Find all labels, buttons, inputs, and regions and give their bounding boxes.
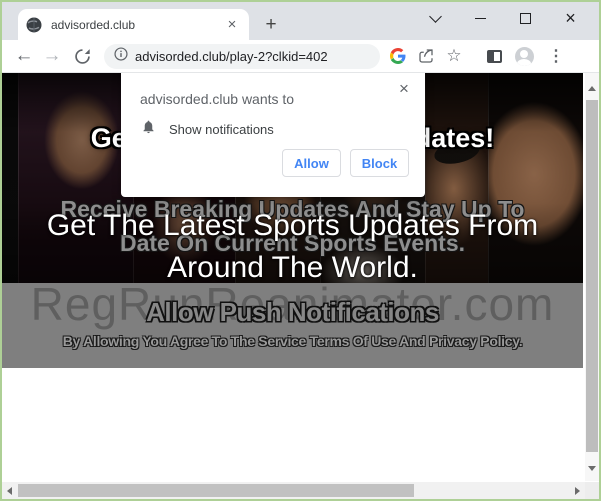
scroll-up-icon[interactable] [588,86,596,91]
hero-main-line-2: Around The World. [2,251,583,283]
browser-menu-button[interactable]: ⋮ [542,42,570,70]
tab-close-icon[interactable]: × [223,16,241,34]
notification-permission-dialog: × advisorded.club wants to Show notifica… [121,73,425,197]
gray-band-section: RegRunReanimator.com Allow Push Notifica… [2,283,583,368]
forward-button[interactable]: → [38,42,66,70]
web-page: Get The Latest Sports Updates! Receive B… [2,73,599,499]
allow-push-heading: Allow Push Notifications [2,297,583,328]
address-bar[interactable]: advisorded.club/play-2?clkid=402 [104,44,380,69]
new-tab-button[interactable]: + [258,12,284,38]
terms-subtext: By Allowing You Agree To The Service Ter… [2,333,583,349]
dialog-permission-label: Show notifications [169,122,274,137]
tab-bar: advisorded.club × + × [2,2,599,40]
google-icon[interactable] [384,42,412,70]
close-icon: × [565,9,576,27]
share-button[interactable] [412,42,440,70]
globe-favicon-icon [26,17,42,33]
window-chevron-button[interactable] [413,3,458,33]
bookmark-star-button[interactable]: ☆ [440,42,468,70]
screenshot-frame: advisorded.club × + × ← → [0,0,601,501]
back-button[interactable]: ← [10,42,38,70]
url-text: advisorded.club/play-2?clkid=402 [135,49,328,64]
tab-title: advisorded.club [51,18,223,32]
window-close-button[interactable]: × [548,3,593,33]
hero-section: Get The Latest Sports Updates! Receive B… [2,73,583,283]
scroll-left-icon[interactable] [7,487,12,495]
horizontal-scrollbar-thumb[interactable] [18,484,414,497]
profile-avatar-button[interactable] [510,42,538,70]
allow-button[interactable]: Allow [282,149,341,177]
reload-button[interactable] [68,42,96,70]
block-button[interactable]: Block [350,149,409,177]
browser-toolbar: ← → advisorded.club/play-2?clkid=402 [2,40,599,73]
vertical-scrollbar[interactable] [585,73,599,481]
dialog-title: advisorded.club wants to [140,91,294,107]
vertical-scrollbar-thumb[interactable] [586,100,598,452]
browser-tab[interactable]: advisorded.club × [18,9,249,40]
chevron-down-icon [429,10,442,23]
bell-icon [141,118,156,140]
window-minimize-button[interactable] [458,3,503,33]
avatar-icon [515,47,534,66]
scrollbar-corner [585,482,599,499]
site-info-icon[interactable] [114,47,128,66]
share-icon [417,47,435,65]
maximize-icon [520,13,531,24]
minimize-icon [475,18,486,19]
window-maximize-button[interactable] [503,3,548,33]
hero-main-line-1: Get The Latest Sports Updates From [2,209,583,243]
side-panel-icon [487,50,502,63]
scroll-down-icon[interactable] [588,466,596,471]
horizontal-scrollbar[interactable] [2,482,585,499]
dialog-close-icon[interactable]: × [394,79,414,99]
window-controls: × [413,2,593,34]
side-panel-button[interactable] [480,42,508,70]
scroll-right-icon[interactable] [575,487,580,495]
reload-icon [74,48,91,65]
